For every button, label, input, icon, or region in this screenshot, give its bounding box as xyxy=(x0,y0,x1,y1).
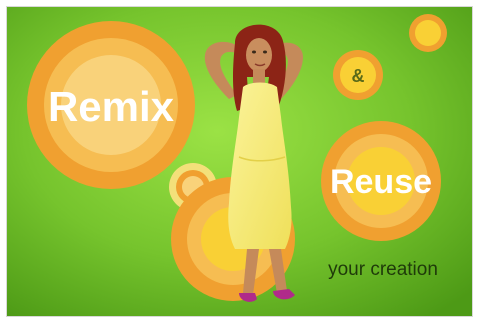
small-circle-top-right xyxy=(409,14,447,52)
remix-reuse-illustration: Remix & Reuse your creation xyxy=(7,7,472,316)
remix-word: Remix xyxy=(48,83,175,130)
ampersand-text: & xyxy=(352,66,365,86)
face xyxy=(246,38,272,72)
reuse-word: Reuse xyxy=(330,163,432,201)
tagline: your creation xyxy=(328,259,438,280)
banner-frame: Remix & Reuse your creation xyxy=(6,6,473,317)
